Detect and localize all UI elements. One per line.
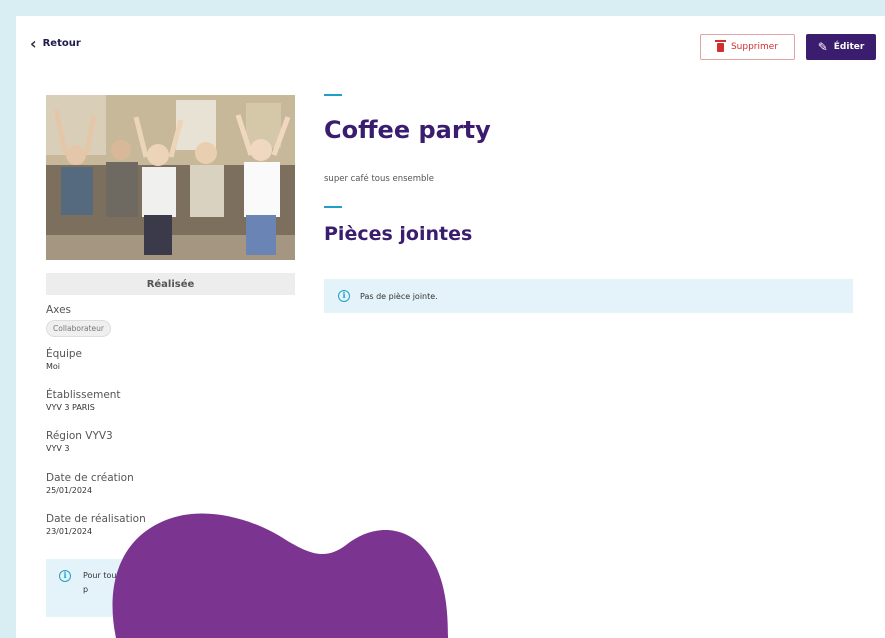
activity-description: super café tous ensemble <box>324 174 435 184</box>
axes-chip: Collaborateur <box>46 320 112 337</box>
overlay-blob-shape <box>112 513 448 638</box>
activity-photo <box>46 95 295 260</box>
region-field: Région VYV3 VYV 3 <box>46 430 113 453</box>
equipe-value: Moi <box>46 362 61 371</box>
attachments-empty-box: i Pas de pièce jointe. <box>324 279 853 313</box>
creation-date-value: 25/01/2024 <box>46 486 93 495</box>
pencil-icon: ✎ <box>817 40 828 54</box>
etablissement-value: VYV 3 PARIS <box>46 403 95 412</box>
trash-icon <box>714 39 726 52</box>
etablissement-label: Établissement <box>46 389 121 401</box>
attachments-title: Pièces jointes <box>324 223 473 245</box>
etablissement-field: Établissement VYV 3 PARIS <box>46 389 121 412</box>
top-bar: ‹ Retour Supprimer ✎ Éditer <box>16 16 885 76</box>
creation-date-label: Date de création <box>46 472 134 484</box>
region-value: VYV 3 <box>46 444 70 453</box>
attachments-accent-dash <box>324 206 342 208</box>
info-icon: i <box>338 290 350 302</box>
page-title: Coffee party <box>324 116 491 144</box>
delete-button[interactable]: Supprimer <box>700 34 795 60</box>
info-icon: i <box>59 570 71 582</box>
axes-label: Axes <box>46 304 72 316</box>
back-label: Retour <box>42 38 81 49</box>
region-label: Région VYV3 <box>46 430 113 442</box>
chevron-left-icon: ‹ <box>30 33 37 53</box>
axes-field: Axes Collaborateur <box>46 304 112 337</box>
back-link[interactable]: ‹ Retour <box>30 33 81 53</box>
edit-label: Éditer <box>833 42 865 52</box>
equipe-label: Équipe <box>46 348 82 360</box>
status-badge: Réalisée <box>46 273 295 295</box>
equipe-field: Équipe Moi <box>46 348 82 371</box>
creation-date-field: Date de création 25/01/2024 <box>46 472 134 495</box>
edit-button[interactable]: ✎ Éditer <box>806 34 876 60</box>
delete-label: Supprimer <box>730 42 779 52</box>
attachments-empty-text: Pas de pièce jointe. <box>360 291 438 301</box>
title-accent-dash <box>324 94 342 96</box>
